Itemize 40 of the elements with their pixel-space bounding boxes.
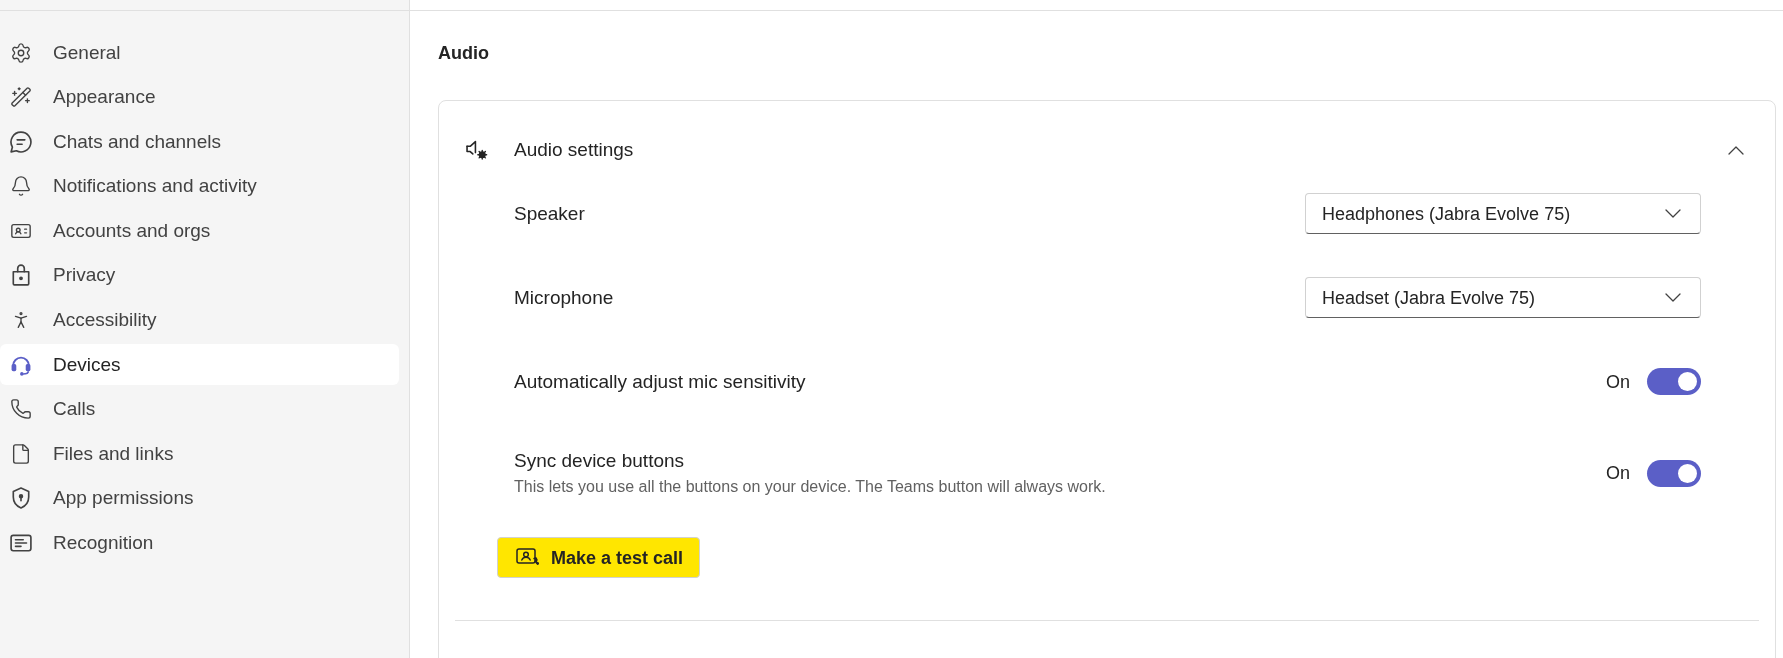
sidebar-item[interactable]: Appearance (0, 76, 399, 118)
toggle-switch[interactable] (1647, 459, 1701, 487)
sidebar-item[interactable]: Notifications and activity (0, 165, 399, 207)
card-heading: Audio settings (514, 138, 634, 162)
sidebar-item[interactable]: Accounts and orgs (0, 210, 399, 252)
sidebar-item[interactable]: General (0, 32, 399, 73)
chevron-down-icon (1665, 293, 1681, 302)
bell-icon (10, 175, 32, 198)
sidebar-item[interactable]: Accessibility (0, 299, 399, 341)
toggle-switch[interactable] (1647, 368, 1701, 395)
magic-wand-icon (10, 86, 32, 109)
sidebar-item[interactable]: Devices (0, 344, 399, 386)
sidebar-item[interactable]: Chats and channels (0, 121, 399, 163)
file-icon (10, 442, 32, 465)
section-title: Audio (438, 42, 489, 65)
contact-card-icon (516, 548, 539, 567)
sidebar-item[interactable]: Recognition (0, 522, 399, 564)
sidebar-item[interactable]: Files and links (0, 433, 399, 475)
speaker-gear-icon (466, 140, 488, 160)
setting-description: This lets you use all the buttons on your device. The Teams button will always work. (514, 477, 1106, 497)
device-dropdown[interactable]: Headset (Jabra Evolve 75) (1305, 277, 1701, 318)
lock-icon (10, 264, 32, 287)
setting-label: Sync device buttons (514, 449, 686, 473)
toggle-state-label: On (1606, 462, 1630, 485)
sidebar-item[interactable]: Calls (0, 388, 399, 430)
gear-icon (10, 41, 32, 64)
toggle-state-label: On (1606, 370, 1630, 394)
setting-label: Microphone (514, 285, 614, 310)
test-call-button[interactable]: Make a test call (497, 537, 701, 578)
setting-label: Automatically adjust mic sensitivity (514, 369, 806, 394)
setting-label: Speaker (514, 201, 585, 226)
chat-bubble-icon (10, 130, 32, 153)
sidebar-item[interactable]: App permissions (0, 477, 399, 519)
shield-icon (10, 487, 32, 510)
sidebar-item[interactable]: Privacy (0, 254, 399, 296)
chevron-down-icon (1665, 209, 1681, 218)
phone-icon (10, 398, 32, 421)
chevron-up-icon (1728, 145, 1744, 155)
device-dropdown[interactable]: Headphones (Jabra Evolve 75) (1305, 193, 1701, 234)
text-card-icon (10, 532, 32, 555)
